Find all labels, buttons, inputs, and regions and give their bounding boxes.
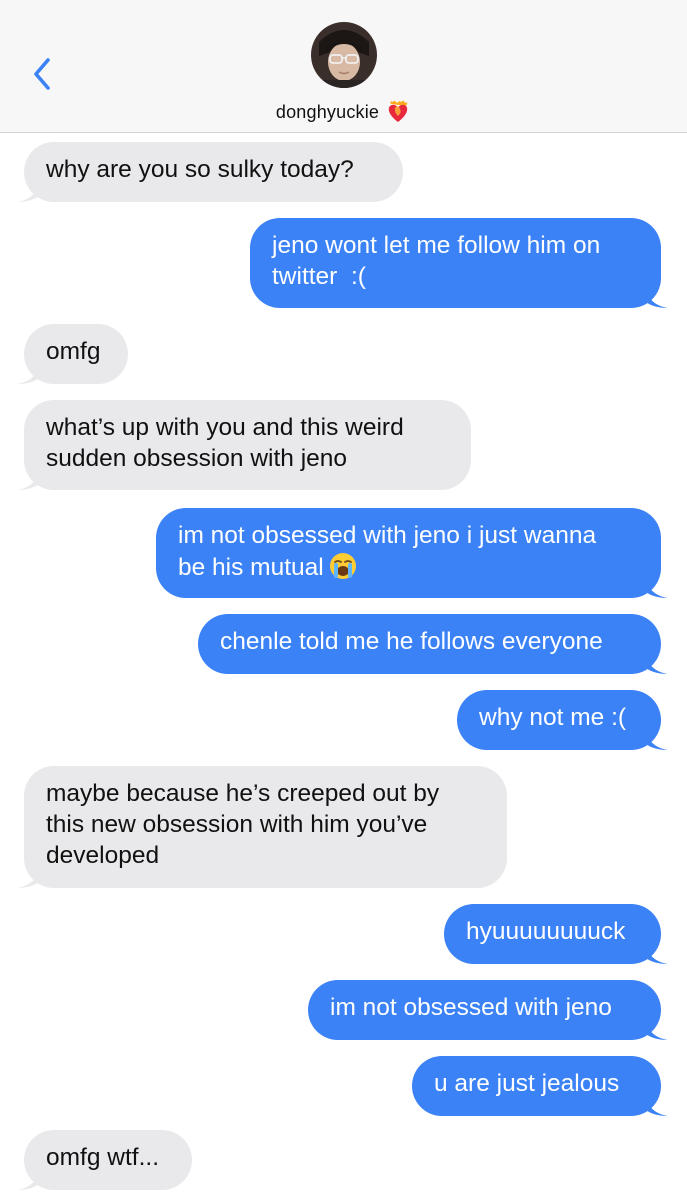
message-bubble-incoming[interactable]: why are you so sulky today? (17, 142, 403, 202)
message-bubble-outgoing[interactable]: chenle told me he follows everyone (198, 614, 668, 674)
bubble-tail (646, 578, 668, 598)
message-text: omfg (46, 338, 101, 365)
message-bubble-outgoing[interactable]: im not obsessed with jeno i just wanna b… (156, 508, 668, 598)
message-bubble-incoming[interactable]: omfg wtf... (17, 1130, 192, 1190)
message-bubble-outgoing[interactable]: why not me :( (457, 690, 668, 750)
message-text: u are just jealous (434, 1070, 620, 1097)
bubble-tail (17, 868, 39, 888)
bubble-tail (646, 654, 668, 674)
message-text: chenle told me he follows everyone (220, 628, 603, 655)
bubble-tail (17, 470, 39, 490)
bubble-tail (646, 944, 668, 964)
bubble-tail (646, 1096, 668, 1116)
message-text: im not obsessed with jeno i just wanna b… (178, 522, 597, 581)
message-bubble-incoming[interactable]: maybe because he’s creeped out by this n… (17, 766, 507, 888)
message-bubble-outgoing[interactable]: jeno wont let me follow him on twitter :… (250, 218, 668, 308)
message-thread[interactable]: why are you so sulky today? jeno wont le… (0, 132, 687, 1200)
message-text: why are you so sulky today? (46, 156, 354, 183)
back-button[interactable] (24, 52, 60, 96)
message-text: hyuuuuuuuuck (466, 918, 626, 945)
loudly-crying-face-emoji (329, 553, 356, 579)
message-bubble-incoming[interactable]: what’s up with you and this weird sudden… (17, 400, 471, 490)
message-bubble-outgoing[interactable]: u are just jealous (412, 1056, 668, 1116)
message-bubble-outgoing[interactable]: im not obsessed with jeno (308, 980, 668, 1040)
bubble-tail (646, 730, 668, 750)
bubble-tail (17, 1170, 39, 1190)
contact-name: donghyuckie (275, 101, 380, 122)
heart-on-fire-emoji (388, 100, 408, 122)
bubble-tail (17, 364, 39, 384)
message-bubble-incoming[interactable]: omfg (17, 324, 128, 384)
bubble-tail (646, 1020, 668, 1040)
message-bubble-outgoing[interactable]: hyuuuuuuuuck (444, 904, 668, 964)
message-text: why not me :( (479, 704, 627, 731)
bubble-tail (17, 182, 39, 202)
message-text: jeno wont let me follow him on twitter :… (272, 232, 601, 290)
message-text: maybe because he’s creeped out by this n… (46, 780, 440, 869)
message-text: what’s up with you and this weird sudden… (46, 414, 404, 472)
bubble-tail (646, 288, 668, 308)
message-text: im not obsessed with jeno (330, 994, 612, 1021)
chevron-left-icon (34, 58, 50, 90)
conversation-header: donghyuckie (0, 0, 687, 133)
contact-name-row[interactable]: donghyuckie (0, 98, 687, 126)
message-text: omfg wtf... (46, 1144, 160, 1171)
contact-avatar[interactable] (311, 22, 377, 88)
